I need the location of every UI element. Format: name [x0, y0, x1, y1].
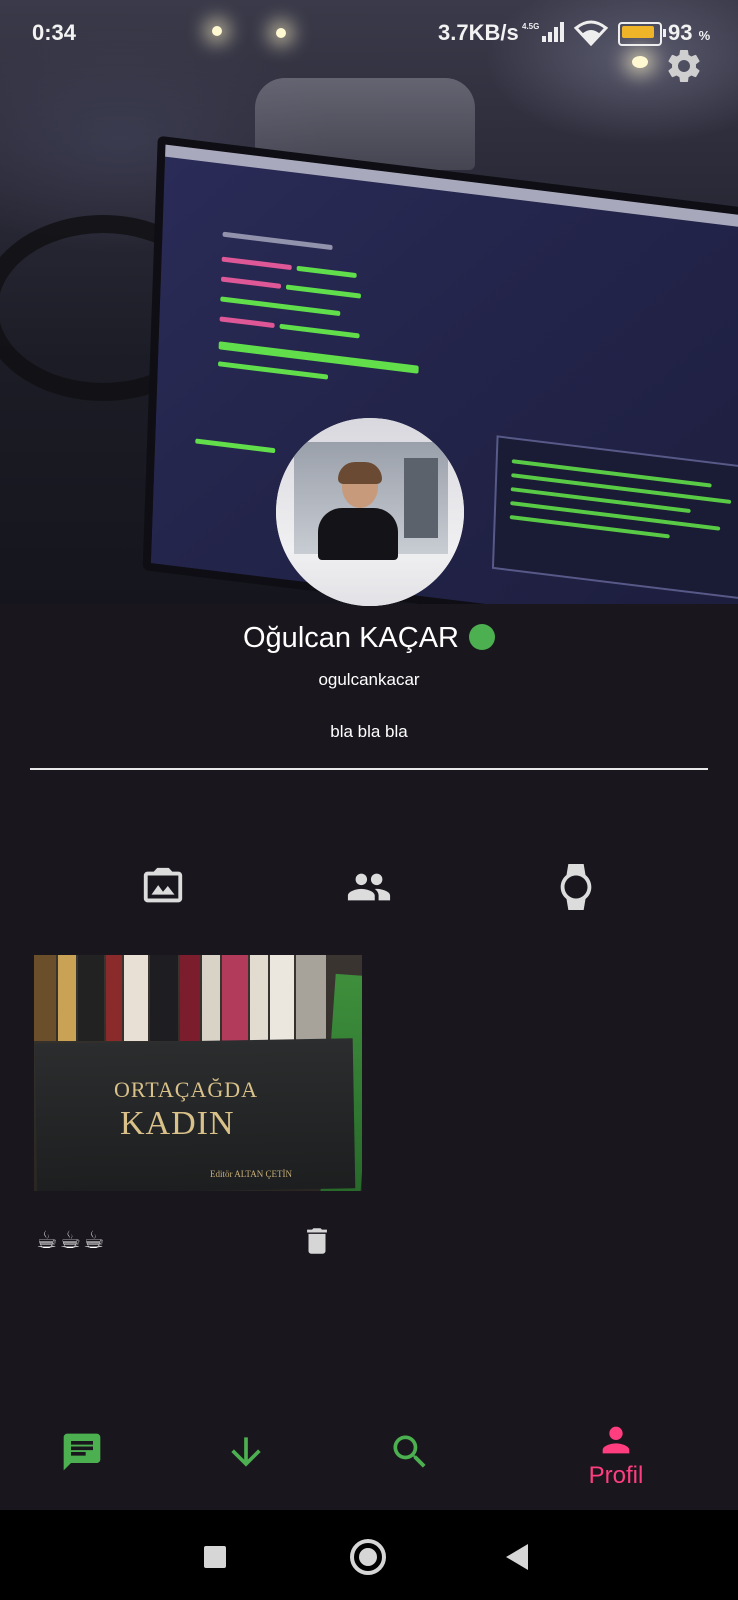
back-button[interactable]: [506, 1544, 528, 1570]
battery-icon: [618, 22, 666, 46]
photo-album-icon[interactable]: [140, 864, 186, 910]
people-icon[interactable]: [346, 864, 392, 910]
person-icon: [602, 1426, 630, 1454]
nav-profile[interactable]: Profil: [574, 1420, 658, 1490]
book-editor: Editör ALTAN ÇETİN: [210, 1169, 292, 1179]
profile-name: Oğulcan KAÇAR: [243, 622, 459, 654]
wifi-icon: [574, 20, 608, 46]
profile-bio: bla bla bla: [330, 722, 408, 741]
nav-profile-label: Profil: [588, 1462, 644, 1489]
coffee-reactions[interactable]: ☕☕☕: [36, 1226, 107, 1255]
post-image[interactable]: ORTAÇAĞDA KADIN Editör ALTAN ÇETİN: [34, 955, 362, 1191]
profile-name-row: Oğulcan KAÇAR: [0, 622, 738, 655]
status-bar: 0:34 3.7KB/s 4.5G 93 %: [0, 0, 738, 64]
delete-trash-icon[interactable]: [300, 1222, 334, 1260]
profile-avatar[interactable]: [276, 418, 464, 606]
divider: [30, 768, 708, 770]
recents-button[interactable]: [204, 1546, 226, 1568]
online-status-indicator: [469, 624, 495, 650]
battery-percent: 93 %: [668, 20, 711, 45]
signal-icon: 4.5G: [522, 22, 564, 42]
svg-text:4.5G: 4.5G: [522, 22, 539, 31]
book-title-line2: KADIN: [120, 1105, 235, 1142]
chat-icon[interactable]: [60, 1430, 104, 1474]
book-title-line1: ORTAÇAĞDA: [114, 1077, 259, 1102]
settings-gear-icon[interactable]: [664, 46, 704, 86]
network-speed: 3.7KB/s: [438, 20, 519, 45]
arrow-down-icon[interactable]: [224, 1430, 268, 1474]
status-time: 0:34: [32, 20, 77, 45]
search-icon[interactable]: [388, 1430, 432, 1474]
profile-username: ogulcankacar: [318, 670, 420, 689]
home-button[interactable]: [350, 1539, 386, 1575]
watch-icon[interactable]: [553, 864, 599, 910]
